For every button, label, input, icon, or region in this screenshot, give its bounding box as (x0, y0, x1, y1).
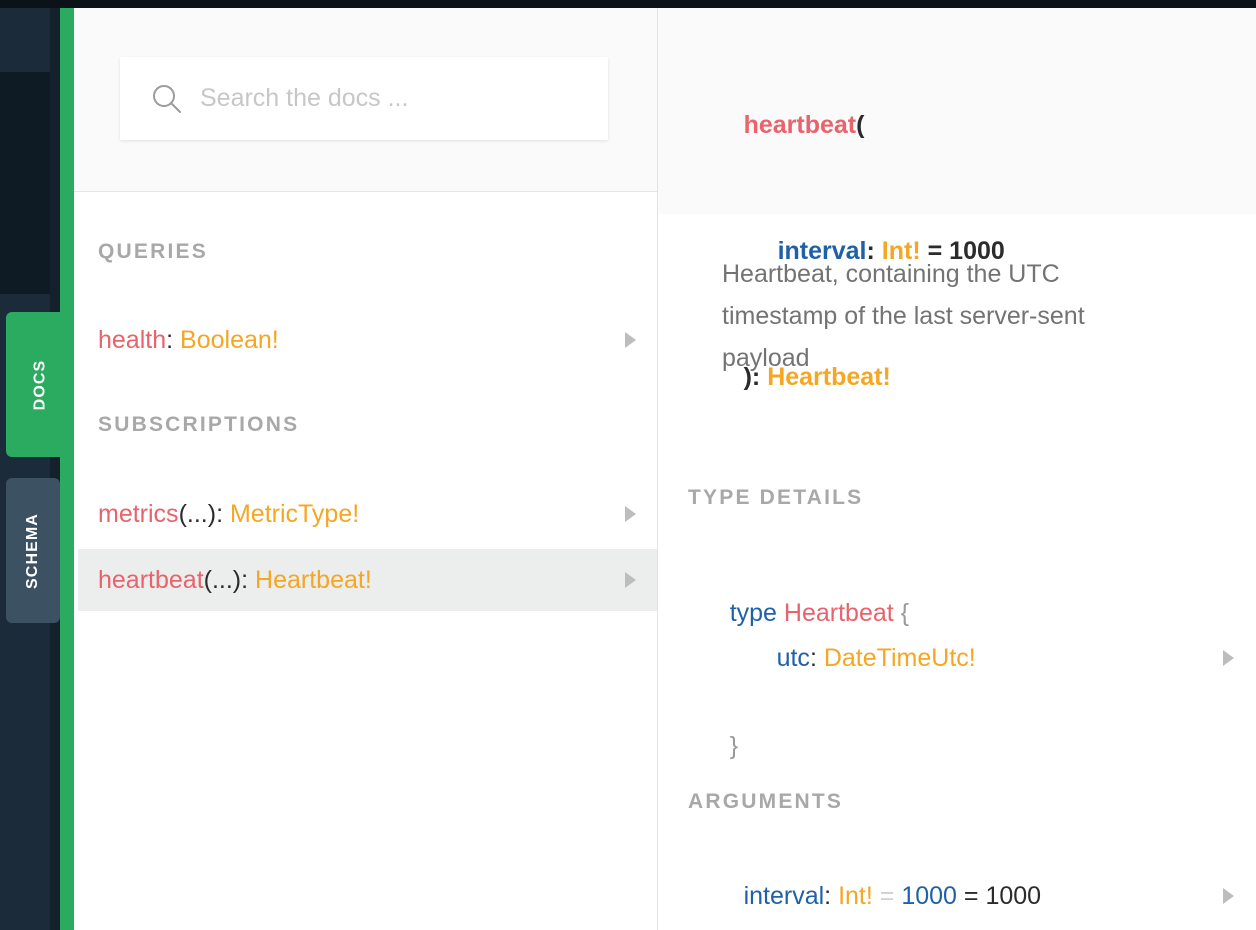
chevron-right-icon (1223, 650, 1234, 666)
left-rail (0, 8, 60, 930)
docs-row-heartbeat-signature: heartbeat(...): Heartbeat! (98, 566, 625, 595)
argument-interval-signature: interval: Int! = 1000 = 1000 (688, 853, 1223, 930)
field-colon: : (216, 499, 224, 528)
argument-colon: : (824, 881, 839, 910)
chevron-right-icon (625, 332, 636, 348)
field-name: health (98, 325, 167, 354)
field-space (248, 566, 255, 594)
docs-list: QUERIES health: Boolean! SUBSCRIPTIONS m… (74, 193, 658, 930)
signature-field-name: heartbeat (743, 111, 857, 139)
section-header-queries: QUERIES (98, 240, 208, 263)
docs-search-input[interactable] (200, 84, 580, 113)
field-type: Heartbeat! (255, 565, 372, 594)
section-header-arguments: ARGUMENTS (688, 790, 844, 813)
detail-signature-header: heartbeat( interval: Int! = 1000 ): Hear… (658, 8, 1256, 391)
accent-bar (60, 8, 74, 930)
rail-inner-edge (50, 8, 60, 930)
argument-type: Int! (838, 881, 873, 910)
type-field-row-utc[interactable]: utc: DateTimeUtc! (688, 636, 1244, 680)
chevron-right-icon (625, 572, 636, 588)
docs-row-heartbeat[interactable]: heartbeat(...): Heartbeat! (78, 549, 658, 611)
docs-detail-pane: heartbeat( interval: Int! = 1000 ): Hear… (658, 8, 1256, 930)
docs-explorer-column: QUERIES health: Boolean! SUBSCRIPTIONS m… (74, 8, 658, 930)
argument-row-interval[interactable]: interval: Int! = 1000 = 1000 (688, 874, 1244, 918)
type-field-utc-signature: utc: DateTimeUtc! (721, 615, 1223, 702)
field-args: (...) (178, 499, 217, 528)
section-header-subscriptions: SUBSCRIPTIONS (98, 413, 300, 436)
field-args: (...) (203, 565, 242, 594)
detail-description: Heartbeat, containing the UTC timestamp … (722, 260, 1085, 372)
chevron-right-icon (1223, 888, 1234, 904)
field-type: Boolean! (180, 325, 279, 354)
chevron-right-icon (625, 506, 636, 522)
field-name: heartbeat (98, 565, 204, 594)
type-close-line: } (688, 703, 738, 790)
graphiql-docs-window: DOCS SCHEMA QUERIES health: Boolean! (0, 0, 1256, 930)
argument-default-2: 1000 (985, 881, 1042, 910)
field-space (173, 326, 180, 354)
docs-search-area (74, 8, 658, 192)
argument-default-1: 1000 (901, 881, 957, 910)
type-field-colon: : (809, 643, 824, 672)
argument-eq-1: = (872, 881, 902, 910)
sidebar-tab-docs[interactable]: DOCS (6, 312, 74, 457)
field-name: metrics (98, 499, 179, 528)
signature-line-1: heartbeat( (688, 62, 1256, 188)
docs-row-health[interactable]: health: Boolean! (78, 309, 658, 371)
section-header-type-details: TYPE DETAILS (688, 486, 864, 509)
signature-open-paren: ( (856, 111, 865, 139)
type-field-type: DateTimeUtc! (823, 643, 976, 672)
field-space (223, 500, 230, 528)
sidebar-tab-docs-label: DOCS (30, 359, 48, 410)
docs-row-metrics-signature: metrics(...): MetricType! (98, 500, 625, 529)
docs-row-metrics[interactable]: metrics(...): MetricType! (78, 483, 658, 545)
argument-name: interval (743, 881, 825, 910)
sidebar-tab-schema-label: SCHEMA (24, 512, 41, 589)
type-close-brace: } (729, 732, 739, 760)
field-type: MetricType! (229, 499, 360, 528)
window-top-strip (0, 0, 1256, 8)
sidebar-tab-schema[interactable]: SCHEMA (6, 478, 60, 623)
argument-eq-2: = (956, 881, 986, 910)
docs-row-health-signature: health: Boolean! (98, 326, 625, 355)
type-field-name: utc (776, 643, 810, 672)
search-icon (150, 82, 184, 116)
docs-search-box[interactable] (120, 57, 608, 140)
